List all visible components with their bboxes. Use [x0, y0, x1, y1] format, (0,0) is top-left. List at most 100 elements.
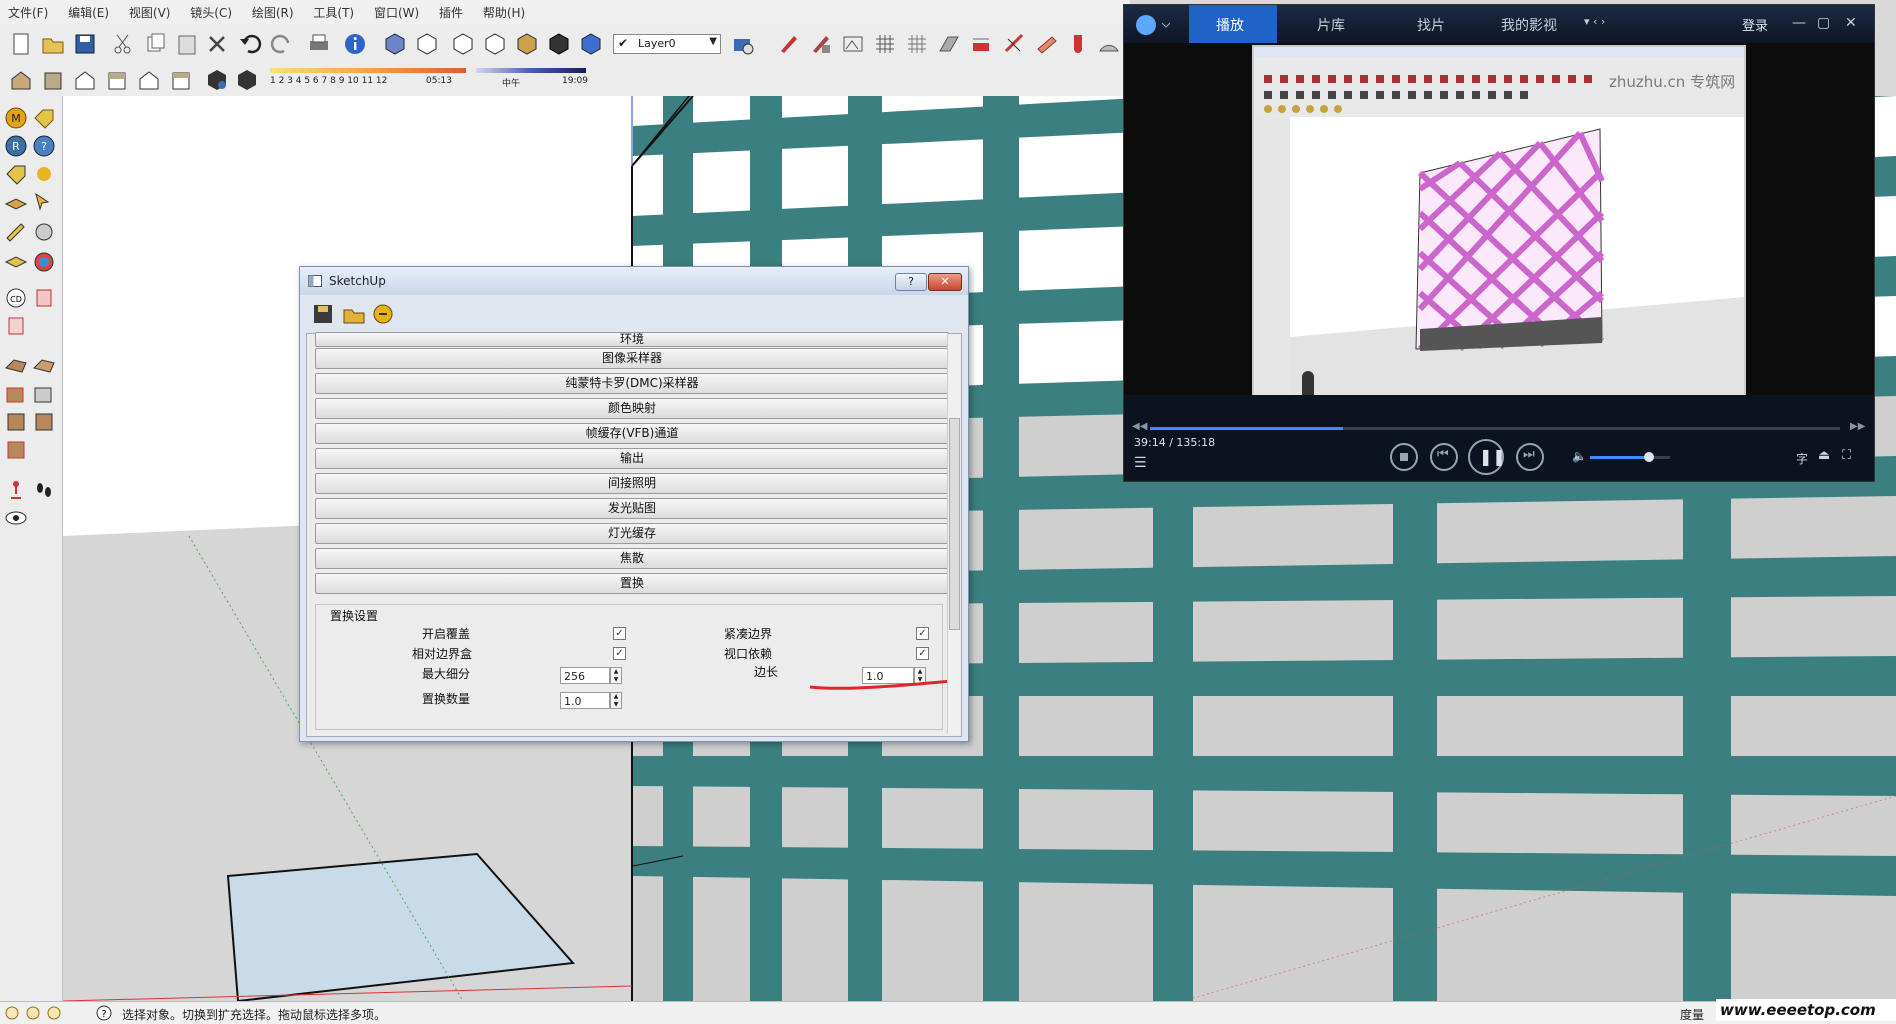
walk-footprints-icon[interactable]	[31, 478, 57, 502]
close-icon[interactable]: ✕	[1845, 15, 1857, 31]
dialog-close-button[interactable]: ✕	[928, 273, 962, 291]
fullscreen-icon[interactable]: ⛶	[1842, 448, 1851, 463]
shaded-style-icon[interactable]	[514, 31, 540, 57]
front-view-icon[interactable]	[450, 31, 476, 57]
section-environment[interactable]: 环境	[315, 332, 949, 347]
eraser-icon[interactable]	[3, 190, 29, 214]
help-circle-icon[interactable]: ?	[96, 1005, 112, 1021]
help-icon[interactable]: ?	[31, 134, 57, 158]
save-preset-icon[interactable]	[312, 303, 334, 325]
delete-icon[interactable]	[204, 31, 230, 57]
volume-knob[interactable]	[1644, 452, 1654, 462]
menu-plugins[interactable]: 插件	[431, 0, 471, 21]
section-irradiance-map[interactable]: 发光贴图	[315, 498, 949, 519]
tab-play[interactable]: 播放	[1216, 15, 1244, 35]
drape-icon[interactable]	[31, 382, 57, 406]
flip-edge-icon[interactable]	[31, 410, 57, 434]
relative-bbox-checkbox[interactable]: ✓	[613, 647, 626, 660]
menu-view[interactable]: 视图(V)	[121, 0, 179, 21]
maximize-icon[interactable]: ▢	[1817, 15, 1830, 31]
section-color-mapping[interactable]: 颜色映射	[315, 398, 949, 419]
section-light-cache[interactable]: 灯光缓存	[315, 523, 949, 544]
layer-manager-icon[interactable]	[730, 31, 756, 57]
iso-view-icon[interactable]	[382, 31, 408, 57]
shadow-toggle-icon[interactable]	[234, 67, 260, 93]
prev-button[interactable]: ⏮	[1430, 443, 1458, 471]
section-image-sampler[interactable]: 图像采样器	[315, 348, 949, 369]
add-detail-icon[interactable]	[3, 438, 29, 462]
player-logo-icon[interactable]	[1134, 13, 1170, 37]
open-override-checkbox[interactable]: ✓	[613, 627, 626, 640]
stamp-icon[interactable]	[3, 382, 29, 406]
menu-camera[interactable]: 镜头(C)	[182, 0, 240, 21]
undo-icon[interactable]	[238, 31, 264, 57]
subtitle-button[interactable]: 字	[1796, 450, 1808, 467]
terrain-icon[interactable]	[3, 352, 29, 376]
view-dependent-checkbox[interactable]: ✓	[916, 647, 929, 660]
mono-style-icon[interactable]	[578, 31, 604, 57]
amount-stepper[interactable]: ▲ ▼	[610, 692, 622, 709]
tag-icon[interactable]	[31, 106, 57, 130]
max-subdiv-stepper[interactable]: ▲ ▼	[610, 667, 622, 684]
progress-bar[interactable]	[1150, 427, 1840, 430]
position-camera-icon[interactable]	[3, 478, 29, 502]
model-info-icon[interactable]	[342, 31, 368, 57]
section-plane-icon[interactable]	[31, 286, 57, 310]
rect-light-icon[interactable]	[1034, 31, 1060, 57]
vray-frame-icon[interactable]	[872, 31, 898, 57]
menu-help[interactable]: 帮助(H)	[475, 0, 533, 21]
volume-icon[interactable]: 🔈	[1572, 449, 1587, 463]
layers-icon[interactable]	[3, 250, 29, 274]
time-slider[interactable]	[476, 68, 586, 73]
tab-my-videos[interactable]: 我的影视	[1501, 15, 1557, 35]
volume-slider[interactable]	[1590, 452, 1670, 462]
smoove-icon[interactable]	[3, 410, 29, 434]
sphere-light-icon[interactable]	[1002, 31, 1028, 57]
max-subdiv-input[interactable]: 256	[560, 667, 610, 684]
menu-window[interactable]: 窗口(W)	[366, 0, 427, 21]
vray-m-icon[interactable]: M	[3, 106, 29, 130]
front-house-icon[interactable]	[72, 67, 98, 93]
shadow-settings-icon[interactable]	[204, 67, 230, 93]
open-preset-icon[interactable]	[342, 303, 366, 325]
dome-light-icon[interactable]	[1096, 31, 1122, 57]
nav-arrows-icon[interactable]: ▾ ‹ ›	[1584, 15, 1605, 28]
pencil-icon[interactable]	[3, 220, 29, 244]
texture-style-icon[interactable]	[546, 31, 572, 57]
video-frame[interactable]: zhuzhu.cn 专筑网	[1252, 45, 1746, 413]
amount-input[interactable]: 1.0	[560, 692, 610, 709]
vray-options-icon[interactable]	[808, 31, 834, 57]
iso-house-icon[interactable]	[8, 67, 34, 93]
paste-icon[interactable]	[174, 31, 200, 57]
tab-library[interactable]: 片库	[1317, 15, 1345, 35]
arrow-select-icon[interactable]	[31, 190, 57, 214]
stop-button[interactable]	[1390, 443, 1418, 471]
redo-icon[interactable]	[268, 31, 294, 57]
section-output[interactable]: 输出	[315, 448, 949, 469]
paint-tag-icon[interactable]	[3, 162, 29, 186]
section-dmc-sampler[interactable]: 纯蒙特卡罗(DMC)采样器	[315, 373, 949, 394]
cut-icon[interactable]	[110, 31, 136, 57]
minimize-icon[interactable]: —	[1792, 15, 1806, 31]
vray-material-icon[interactable]	[776, 31, 802, 57]
layer-select[interactable]: ✔ Layer0 ▼	[613, 34, 721, 54]
menu-tools[interactable]: 工具(T)	[305, 0, 362, 21]
menu-edit[interactable]: 编辑(E)	[60, 0, 117, 21]
left-house-icon[interactable]	[136, 67, 162, 93]
vray-plane-icon[interactable]	[936, 31, 962, 57]
right-house-icon[interactable]	[40, 67, 66, 93]
panel-scrollbar[interactable]	[947, 334, 960, 734]
next-button[interactable]: ⏭	[1516, 443, 1544, 471]
copy-icon[interactable]	[142, 31, 168, 57]
section-indirect-illumination[interactable]: 间接照明	[315, 473, 949, 494]
back-house-icon[interactable]	[104, 67, 130, 93]
tab-find[interactable]: 找片	[1417, 15, 1445, 35]
bottom-house-icon[interactable]	[168, 67, 194, 93]
section-displacement[interactable]: 置换	[315, 573, 949, 594]
terrain-mesh-icon[interactable]	[31, 352, 57, 376]
eject-icon[interactable]: ⏏	[1818, 448, 1830, 463]
menu-file[interactable]: 文件(F)	[0, 0, 56, 21]
scrollbar-thumb[interactable]	[949, 418, 960, 630]
sphere-icon[interactable]	[31, 162, 57, 186]
section-vfb-channels[interactable]: 帧缓存(VFB)通道	[315, 423, 949, 444]
